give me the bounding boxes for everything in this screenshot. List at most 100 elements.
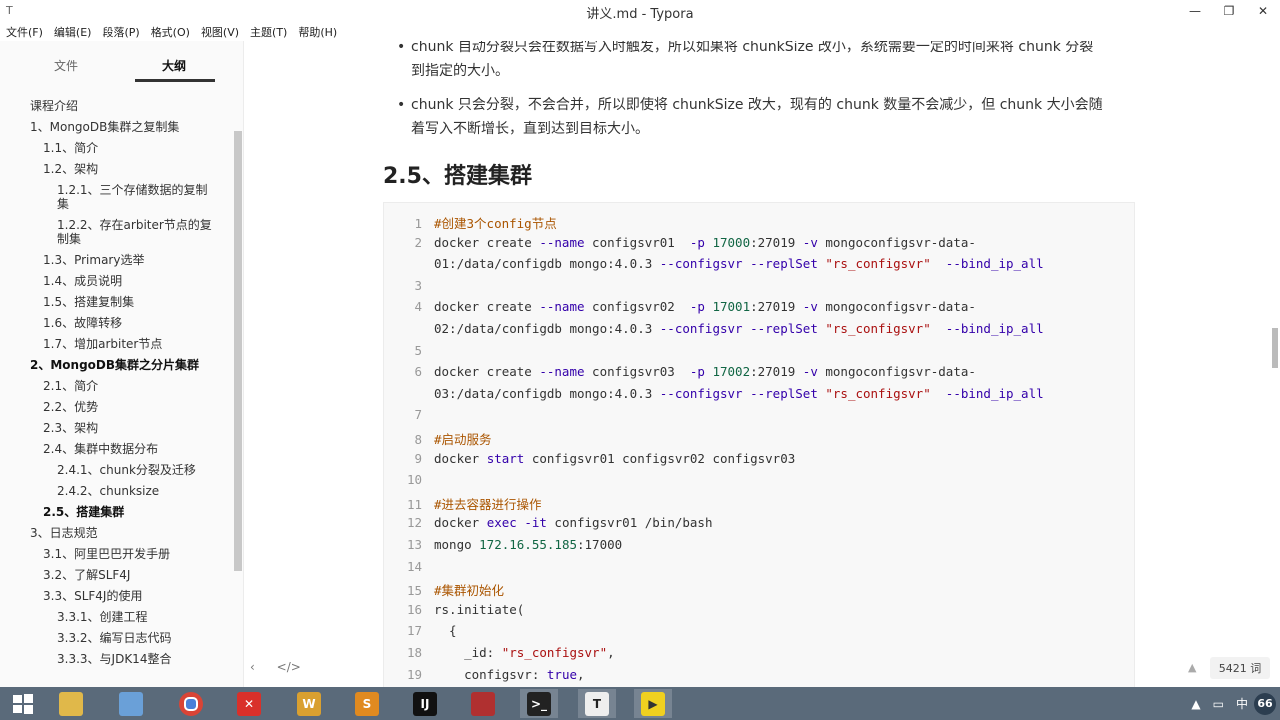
outline-item[interactable]: 1.1、简介	[0, 137, 230, 158]
outline-item[interactable]: 2.5、搭建集群	[0, 501, 230, 522]
outline-item[interactable]: 课程介绍	[0, 95, 230, 116]
outline-item[interactable]: 2.1、简介	[0, 375, 230, 396]
tab-outline[interactable]: 大纲	[162, 57, 186, 74]
code-line: 13 mongo 172.16.55.185:17000	[384, 537, 1134, 552]
sidebar-scrollbar[interactable]	[234, 131, 242, 571]
intellij-icon[interactable]: IJ	[406, 689, 444, 718]
toggle-sidebar-icon[interactable]: ‹	[250, 660, 255, 674]
editor-scrollbar[interactable]	[1272, 328, 1278, 368]
up-arrow-icon[interactable]: ▲	[1188, 661, 1196, 674]
paint-icon[interactable]	[112, 689, 150, 718]
file-explorer-icon[interactable]	[52, 689, 90, 718]
code-text: _id: "rs_configsvr",	[434, 645, 615, 660]
code-text: {	[434, 623, 457, 639]
outline-item[interactable]: 2.4.1、chunk分裂及迁移	[0, 459, 217, 480]
source-code-mode-icon[interactable]: </>	[277, 660, 301, 674]
outline-item[interactable]: 3.1、阿里巴巴开发手册	[0, 543, 230, 564]
chrome-icon[interactable]	[172, 689, 210, 718]
menu-view[interactable]: 视图(V)	[195, 22, 244, 41]
code-text: #集群初始化	[434, 583, 505, 599]
close-button[interactable]: ✕	[1246, 0, 1280, 22]
line-number: 13	[406, 537, 422, 552]
outline-item[interactable]: 3.3.2、编写日志代码	[0, 627, 217, 648]
code-text: 02:/data/configdb mongo:4.0.3 --configsv…	[434, 321, 1044, 336]
line-number: 3	[414, 277, 422, 293]
code-text: 01:/data/configdb mongo:4.0.3 --configsv…	[434, 256, 1044, 272]
outline-item[interactable]: 2.4.2、chunksize	[0, 480, 217, 501]
code-line: 2 docker create --name configsvr01 -p 170…	[384, 235, 1134, 250]
tray-expand-icon[interactable]: ▲	[1191, 697, 1200, 711]
code-line: 3	[384, 278, 1134, 293]
outline-item[interactable]: 1.6、故障转移	[0, 312, 230, 333]
bullet-icon: •	[397, 41, 406, 55]
paragraph-line: chunk 自动分裂只会在数据写入时触发，所以如果将 chunkSize 改小，…	[411, 41, 1094, 55]
outline-item[interactable]: 2.3、架构	[0, 417, 230, 438]
tab-files[interactable]: 文件	[54, 57, 78, 74]
outline-item[interactable]: 1.7、增加arbiter节点	[0, 333, 230, 354]
menu-edit[interactable]: 编辑(E)	[48, 22, 97, 41]
start-icon[interactable]	[4, 689, 42, 718]
outline-item[interactable]: 1、MongoDB集群之复制集	[0, 116, 230, 137]
menu-paragraph[interactable]: 段落(P)	[96, 22, 144, 41]
wps-icon[interactable]: W	[290, 689, 328, 718]
line-number: 11	[406, 496, 422, 512]
window-controls: — ❐ ✕	[1178, 0, 1280, 22]
line-number: 18	[406, 645, 422, 660]
code-line: 01:/data/configdb mongo:4.0.3 --configsv…	[384, 256, 1134, 271]
status-left: ‹ </>	[250, 660, 301, 674]
minimize-button[interactable]: —	[1178, 0, 1212, 22]
tray-badge[interactable]: 66	[1254, 692, 1276, 715]
outline-item[interactable]: 1.2.2、存在arbiter节点的复制集	[0, 214, 217, 249]
menu-help[interactable]: 帮助(H)	[292, 22, 342, 41]
outline-item[interactable]: 1.3、Primary选举	[0, 249, 230, 270]
bullet-icon: •	[397, 97, 406, 113]
code-text: rs.initiate(	[434, 601, 525, 617]
menu-theme[interactable]: 主题(T)	[244, 22, 292, 41]
outline-item[interactable]: 3.3.3、与JDK14整合	[0, 648, 217, 669]
paragraph-line: 着写入不断增长，直到达到目标大小。	[411, 121, 649, 137]
outline-item[interactable]: 3、日志规范	[0, 522, 230, 543]
code-line: 1 #创建3个config节点	[384, 213, 1134, 232]
section-heading: 2.5、搭建集群	[383, 164, 532, 189]
outline-item[interactable]: 1.4、成员说明	[0, 270, 230, 291]
menu-format[interactable]: 格式(O)	[145, 22, 195, 41]
outline-item[interactable]: 1.5、搭建复制集	[0, 291, 230, 312]
line-number: 5	[414, 342, 422, 358]
menu-file[interactable]: 文件(F)	[0, 22, 48, 41]
outline-item[interactable]: 2.2、优势	[0, 396, 230, 417]
code-text: docker exec -it configsvr01 /bin/bash	[434, 515, 713, 531]
code-text: #启动服务	[434, 432, 492, 447]
outline-item[interactable]: 2.4、集群中数据分布	[0, 438, 230, 459]
code-line: 6 docker create --name configsvr03 -p 170…	[384, 364, 1134, 379]
code-line: 17 {	[384, 623, 1134, 638]
ime-indicator[interactable]: 中	[1236, 695, 1248, 712]
paragraph-line: 到指定的大小。	[411, 63, 509, 79]
code-block[interactable]: 1 #创建3个config节点 2 docker create --name conf…	[383, 202, 1135, 687]
line-number: 15	[406, 583, 422, 599]
notepad-icon[interactable]	[464, 689, 502, 718]
maximize-button[interactable]: ❐	[1212, 0, 1246, 22]
sidebar-tabs: 文件 大纲	[0, 41, 243, 89]
sublime-icon[interactable]: S	[348, 689, 386, 718]
line-number: 6	[414, 364, 422, 380]
terminal-icon[interactable]: >_	[520, 689, 558, 718]
outline-item[interactable]: 3.3、SLF4J的使用	[0, 585, 230, 606]
player-icon[interactable]: ▶	[634, 689, 672, 718]
code-line: 7	[384, 407, 1134, 422]
outline-item[interactable]: 1.2、架构	[0, 158, 230, 179]
network-icon[interactable]: ▭	[1213, 697, 1224, 711]
word-count[interactable]: 5421 词	[1210, 657, 1270, 679]
line-number: 2	[414, 234, 422, 250]
editor-area[interactable]: • chunk 自动分裂只会在数据写入时触发，所以如果将 chunkSize 改…	[244, 41, 1280, 687]
outline-item[interactable]: 1.2.1、三个存储数据的复制集	[0, 179, 217, 214]
line-number: 1	[414, 216, 422, 231]
code-text: 03:/data/configdb mongo:4.0.3 --configsv…	[434, 385, 1044, 401]
typora-icon[interactable]: T	[578, 689, 616, 718]
outline-item[interactable]: 2、MongoDB集群之分片集群	[0, 354, 230, 375]
list-item: • chunk 自动分裂只会在数据写入时触发，所以如果将 chunkSize 改…	[397, 41, 1141, 83]
line-number: 16	[406, 601, 422, 617]
outline-item[interactable]: 3.2、了解SLF4J	[0, 564, 230, 585]
code-line: 15 #集群初始化	[384, 580, 1134, 599]
xmind-icon[interactable]: ✕	[230, 689, 268, 718]
outline-item[interactable]: 3.3.1、创建工程	[0, 606, 217, 627]
